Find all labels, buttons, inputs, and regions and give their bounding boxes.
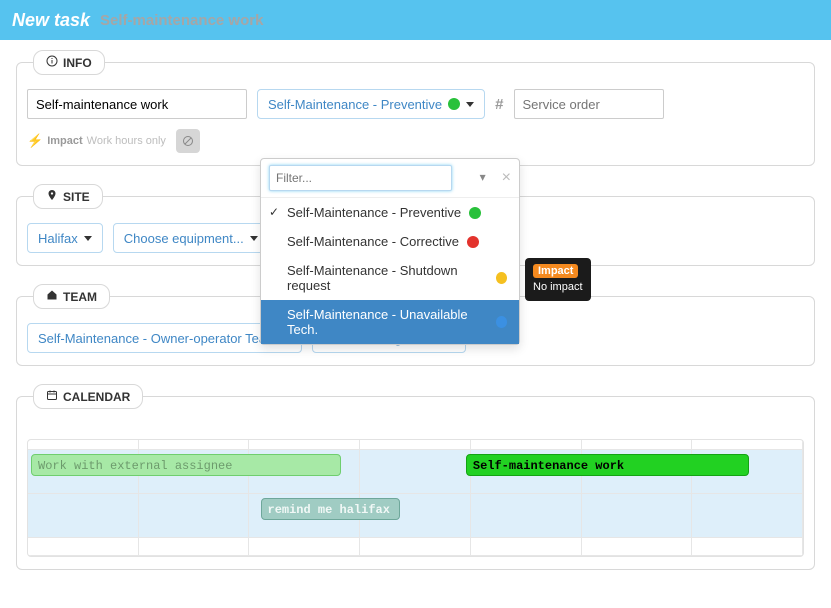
choose-equipment-button[interactable]: Choose equipment...: [113, 223, 269, 253]
choose-equipment-label: Choose equipment...: [124, 231, 244, 246]
calendar-row[interactable]: Work with external assignee Self-mainten…: [28, 450, 803, 494]
dropdown-item-label: Self-Maintenance - Unavailable Tech.: [287, 307, 488, 337]
section-calendar-legend: CALENDAR: [33, 384, 143, 409]
dropdown-filter-input[interactable]: [269, 165, 452, 191]
dropdown-item[interactable]: Self-Maintenance - Corrective: [261, 227, 519, 256]
impact-detail: Work hours only: [87, 135, 166, 147]
site-location-label: Halifax: [38, 231, 78, 246]
check-icon: ✓: [269, 205, 279, 219]
section-info: INFO Self-Maintenance - Preventive # ⚡ I…: [16, 50, 815, 166]
caret-down-icon: [250, 236, 258, 241]
section-site-label: SITE: [63, 190, 90, 204]
dropdown-item-label: Self-Maintenance - Shutdown request: [287, 263, 488, 293]
calendar-grid[interactable]: Work with external assignee Self-mainten…: [27, 439, 804, 557]
site-location-button[interactable]: Halifax: [27, 223, 103, 253]
impact-tooltip-text: No impact: [533, 281, 583, 293]
calendar-event-selfwork[interactable]: Self-maintenance work: [466, 454, 749, 476]
status-dot-red-icon: [467, 236, 479, 248]
impact-indicator: ⚡ Impact Work hours only: [27, 133, 166, 149]
impact-word: Impact: [47, 135, 82, 147]
page-header: New task Self-maintenance work: [0, 0, 831, 40]
hash-icon: #: [495, 96, 503, 113]
calendar-event-external[interactable]: Work with external assignee: [31, 454, 341, 476]
team-select-label: Self-Maintenance - Owner-operator Team: [38, 331, 277, 346]
dropdown-item[interactable]: ✓ Self-Maintenance - Preventive: [261, 198, 519, 227]
task-type-dropdown-panel: ▾ × ✓ Self-Maintenance - Preventive Self-M…: [260, 158, 520, 345]
header-title: New task: [12, 10, 90, 31]
disabled-action-button: [176, 129, 200, 153]
calendar-event-remind[interactable]: remind me halifax: [261, 498, 401, 520]
close-icon[interactable]: ×: [502, 169, 511, 187]
caret-down-icon: [84, 236, 92, 241]
section-team-label: TEAM: [63, 290, 97, 304]
filter-icon: ▾: [480, 170, 486, 184]
info-icon: [46, 55, 58, 70]
service-order-input[interactable]: [514, 89, 664, 119]
task-type-dropdown-button[interactable]: Self-Maintenance - Preventive: [257, 89, 485, 119]
status-dot-blue-icon: [496, 316, 507, 328]
caret-down-icon: [466, 102, 474, 107]
section-info-label: INFO: [63, 56, 92, 70]
calendar-row[interactable]: [28, 538, 803, 556]
section-calendar: CALENDAR Work with external assignee Sel…: [16, 384, 815, 570]
calendar-header-row: [28, 440, 803, 450]
task-type-label: Self-Maintenance - Preventive: [268, 97, 442, 112]
dropdown-item-label: Self-Maintenance - Preventive: [287, 205, 461, 220]
status-dot-green-icon: [469, 207, 481, 219]
calendar-row[interactable]: remind me halifax: [28, 494, 803, 538]
impact-tooltip: Impact No impact: [525, 258, 591, 301]
calendar-icon: [46, 389, 58, 404]
home-icon: [46, 289, 58, 304]
bolt-icon: ⚡: [27, 133, 43, 149]
status-dot-yellow-icon: [496, 272, 507, 284]
dropdown-item[interactable]: Self-Maintenance - Shutdown request: [261, 256, 519, 300]
section-info-legend: INFO: [33, 50, 105, 75]
section-team-legend: TEAM: [33, 284, 110, 309]
task-title-input[interactable]: [27, 89, 247, 119]
section-site-legend: SITE: [33, 184, 103, 209]
header-subtitle: Self-maintenance work: [100, 12, 263, 29]
section-calendar-label: CALENDAR: [63, 390, 130, 404]
dropdown-item-label: Self-Maintenance - Corrective: [287, 234, 459, 249]
impact-badge: Impact: [533, 264, 578, 278]
pin-icon: [46, 189, 58, 204]
dropdown-item[interactable]: Self-Maintenance - Unavailable Tech.: [261, 300, 519, 344]
status-dot-green-icon: [448, 98, 460, 110]
